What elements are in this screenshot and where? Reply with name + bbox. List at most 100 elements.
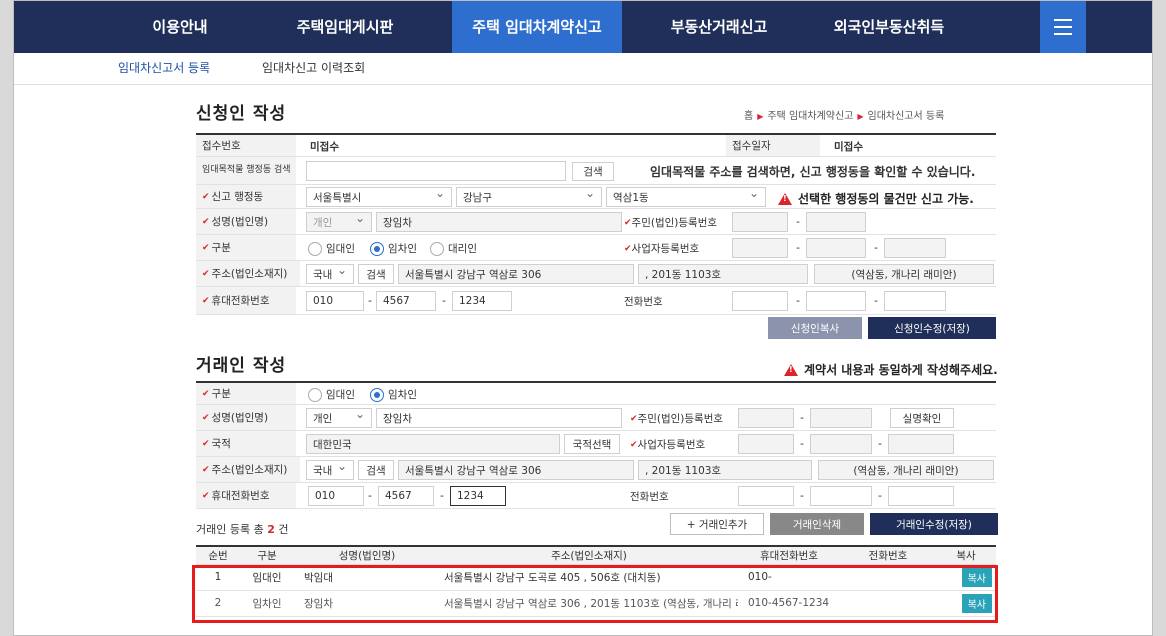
admin-search-button[interactable]: 검색	[572, 162, 614, 181]
dong-select[interactable]: 역삼1동	[606, 187, 766, 207]
highlight-box	[192, 565, 998, 623]
name-label: ✔ 성명(법인명)	[196, 209, 296, 234]
bizno-3-input[interactable]	[884, 238, 946, 258]
bizno-dash-2: -	[874, 241, 878, 254]
address-extra-input[interactable]: (역삼동, 개나리 래미안)	[814, 264, 994, 284]
person-type-select[interactable]: 개인	[306, 212, 372, 232]
phone-2-input[interactable]	[806, 291, 866, 311]
dong-notice: 선택한 행정동의 물건만 신고 가능.	[778, 190, 974, 207]
nav-item-foreigner-acquisition[interactable]: 외국인부동산취득	[814, 1, 964, 53]
cp-bizno-2-input[interactable]	[810, 434, 872, 454]
radio-agent-label: 대리인	[448, 243, 477, 255]
save-counterparty-button[interactable]: 거래인수정(저장)	[870, 513, 998, 535]
sido-select[interactable]: 서울특별시	[306, 187, 452, 207]
bizno-1-input[interactable]	[732, 238, 788, 258]
radio-circle-selected[interactable]	[370, 387, 384, 402]
cp-row-name: ✔성명(법인명) 개인 장임차 ✔주민(법인)등록번호 - 실명확인	[196, 405, 996, 431]
count-value: 2	[267, 523, 275, 536]
verify-name-button[interactable]: 실명확인	[890, 408, 954, 428]
cp-mobile-1-input[interactable]: 010	[308, 486, 364, 506]
radio-circle-selected[interactable]	[370, 241, 384, 256]
nav-item-rental-board[interactable]: 주택임대게시판	[280, 1, 410, 53]
row-name: ✔성명(법인명) 개인 장임차 ✔주민(법인)등록번호 -	[196, 209, 996, 235]
country-select[interactable]: 국내	[306, 264, 354, 284]
regno-front-input[interactable]	[732, 212, 788, 232]
receipt-no-label: 접수번호	[196, 135, 296, 156]
phone-3-input[interactable]	[884, 291, 946, 311]
cp-bizno-label-text: 사업자등록번호	[637, 439, 706, 451]
cp-person-type-select[interactable]: 개인	[306, 408, 372, 428]
nation-select-button[interactable]: 국적선택	[564, 434, 620, 454]
cp-address-detail-input[interactable]: , 201동 1103호	[638, 460, 812, 480]
mobile-1-input[interactable]: 010	[306, 291, 364, 311]
sigungu-select[interactable]: 강남구	[456, 187, 602, 207]
cp-row-address: ✔주소(법인소재지) 국내 검색 서울특별시 강남구 역삼로 306 , 201…	[196, 457, 996, 483]
address-detail-input[interactable]: , 201동 1103호	[638, 264, 808, 284]
counterparty-form: ✔구분 임대인 임차인 ✔성명(법인명) 개인 장임차 ✔주민(법인)등록번호 …	[196, 381, 996, 509]
mobile-2-input[interactable]: 4567	[376, 291, 436, 311]
cp-phone-dash-1: -	[800, 489, 804, 502]
required-check-icon: ✔	[202, 438, 210, 449]
cp-address-search-button[interactable]: 검색	[358, 460, 394, 480]
required-check-icon: ✔	[202, 464, 210, 475]
cp-address-input[interactable]: 서울특별시 강남구 역삼로 306	[398, 460, 634, 480]
phone-1-input[interactable]	[732, 291, 788, 311]
mobile-3-input[interactable]: 1234	[452, 291, 512, 311]
radio-circle[interactable]	[308, 387, 322, 402]
cp-bizno-label: ✔ 사업자등록번호	[630, 437, 705, 452]
cp-radio-lessor[interactable]: 임대인	[308, 387, 355, 402]
cp-phone-2-input[interactable]	[810, 486, 872, 506]
cp-name-input[interactable]: 장임차	[376, 408, 622, 428]
nav-item-guide[interactable]: 이용안내	[120, 1, 240, 53]
regno-back-input[interactable]	[806, 212, 866, 232]
mobile-dash-2: -	[442, 294, 446, 307]
admin-search-input[interactable]	[306, 161, 566, 181]
phone-dash-2: -	[874, 294, 878, 307]
required-check-icon: ✔	[630, 413, 638, 424]
cp-country-select[interactable]: 국내	[306, 460, 354, 480]
radio-circle[interactable]	[308, 241, 322, 256]
add-counterparty-button[interactable]: + 거래인추가	[670, 513, 764, 535]
subnav-register[interactable]: 임대차신고서 등록	[118, 53, 210, 83]
nav-item-rental-contract-report[interactable]: 주택 임대차계약신고	[452, 1, 622, 53]
name-input[interactable]: 장임차	[376, 212, 622, 232]
hamburger-icon[interactable]	[1040, 1, 1086, 53]
radio-circle[interactable]	[430, 241, 444, 256]
cp-bizno-3-input[interactable]	[888, 434, 954, 454]
address-input[interactable]: 서울특별시 강남구 역삼로 306	[398, 264, 634, 284]
cp-radio-lessee[interactable]: 임차인	[370, 387, 417, 402]
cp-mobile-3-input[interactable]: 1234	[450, 486, 506, 506]
mobile-label-text: 휴대전화번호	[211, 295, 270, 307]
cp-phone-1-input[interactable]	[738, 486, 794, 506]
app-window: 이용안내 주택임대게시판 주택 임대차계약신고 부동산거래신고 외국인부동산취득…	[13, 0, 1153, 636]
required-check-icon: ✔	[202, 216, 210, 227]
bizno-2-input[interactable]	[806, 238, 866, 258]
regno-dash: -	[796, 215, 800, 228]
breadcrumb-rental[interactable]: 주택 임대차계약신고	[767, 111, 853, 122]
applicant-form: 접수번호 미접수 접수일자 미접수 임대목적물 행정동 검색 검색 임대목적물 …	[196, 133, 996, 315]
subnav-history[interactable]: 임대차신고 이력조회	[262, 53, 365, 83]
cp-address-extra-input[interactable]: (역삼동, 개나리 래미안)	[818, 460, 994, 480]
cp-regno-back-input[interactable]	[810, 408, 872, 428]
cp-regno-front-input[interactable]	[738, 408, 794, 428]
nav-item-real-estate-report[interactable]: 부동산거래신고	[654, 1, 784, 53]
save-applicant-button[interactable]: 신청인수정(저장)	[868, 317, 996, 339]
cp-bizno-1-input[interactable]	[738, 434, 794, 454]
cp-phone-3-input[interactable]	[888, 486, 954, 506]
cp-address-label-text: 주소(법인소재지)	[211, 464, 288, 476]
cp-mobile-dash-2: -	[440, 489, 444, 502]
radio-agent[interactable]: 대리인	[430, 241, 477, 256]
radio-lessee[interactable]: 임차인	[370, 241, 417, 256]
copy-applicant-button[interactable]: 신청인복사	[768, 317, 862, 339]
receipt-date-label: 접수일자	[726, 135, 820, 156]
sub-navigation: 임대차신고서 등록 임대차신고 이력조회	[14, 53, 1152, 85]
report-dong-label: ✔ 신고 행정동	[196, 185, 296, 208]
cp-mobile-2-input[interactable]: 4567	[378, 486, 434, 506]
radio-lessor[interactable]: 임대인	[308, 241, 355, 256]
address-search-button[interactable]: 검색	[358, 264, 394, 284]
phone-dash-1: -	[796, 294, 800, 307]
nationality-input[interactable]: 대한민국	[306, 434, 560, 454]
breadcrumb-home[interactable]: 홈	[744, 111, 753, 122]
cp-regno-label: ✔ 주민(법인)등록번호	[630, 411, 723, 426]
delete-counterparty-button[interactable]: 거래인삭제	[770, 513, 864, 535]
